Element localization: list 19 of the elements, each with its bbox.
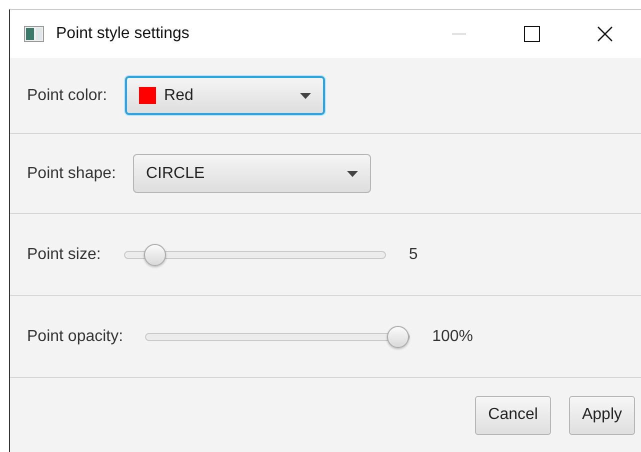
field-label: Point size: xyxy=(27,246,101,264)
slider-thumb[interactable] xyxy=(387,326,410,348)
cancel-button[interactable]: Cancel xyxy=(475,396,551,434)
maximize-icon xyxy=(524,26,540,42)
slider-value: 5 xyxy=(408,246,418,264)
minimize-icon xyxy=(452,33,466,35)
caret-icon xyxy=(346,170,358,176)
close-icon xyxy=(596,26,612,42)
shape-dropdown[interactable]: CIRCLE xyxy=(132,154,371,193)
app-icon xyxy=(24,26,44,42)
field-label: Point color: xyxy=(27,86,108,104)
field-label: Point opacity: xyxy=(27,328,124,346)
apply-button[interactable]: Apply xyxy=(568,396,635,434)
caret-icon xyxy=(300,92,312,98)
slider-thumb[interactable] xyxy=(144,244,166,266)
color-dropdown[interactable]: Red xyxy=(125,76,326,115)
slider-value: 100% xyxy=(432,328,473,346)
window-title: Point style settings xyxy=(56,25,190,43)
field-label: Point shape: xyxy=(27,164,116,182)
